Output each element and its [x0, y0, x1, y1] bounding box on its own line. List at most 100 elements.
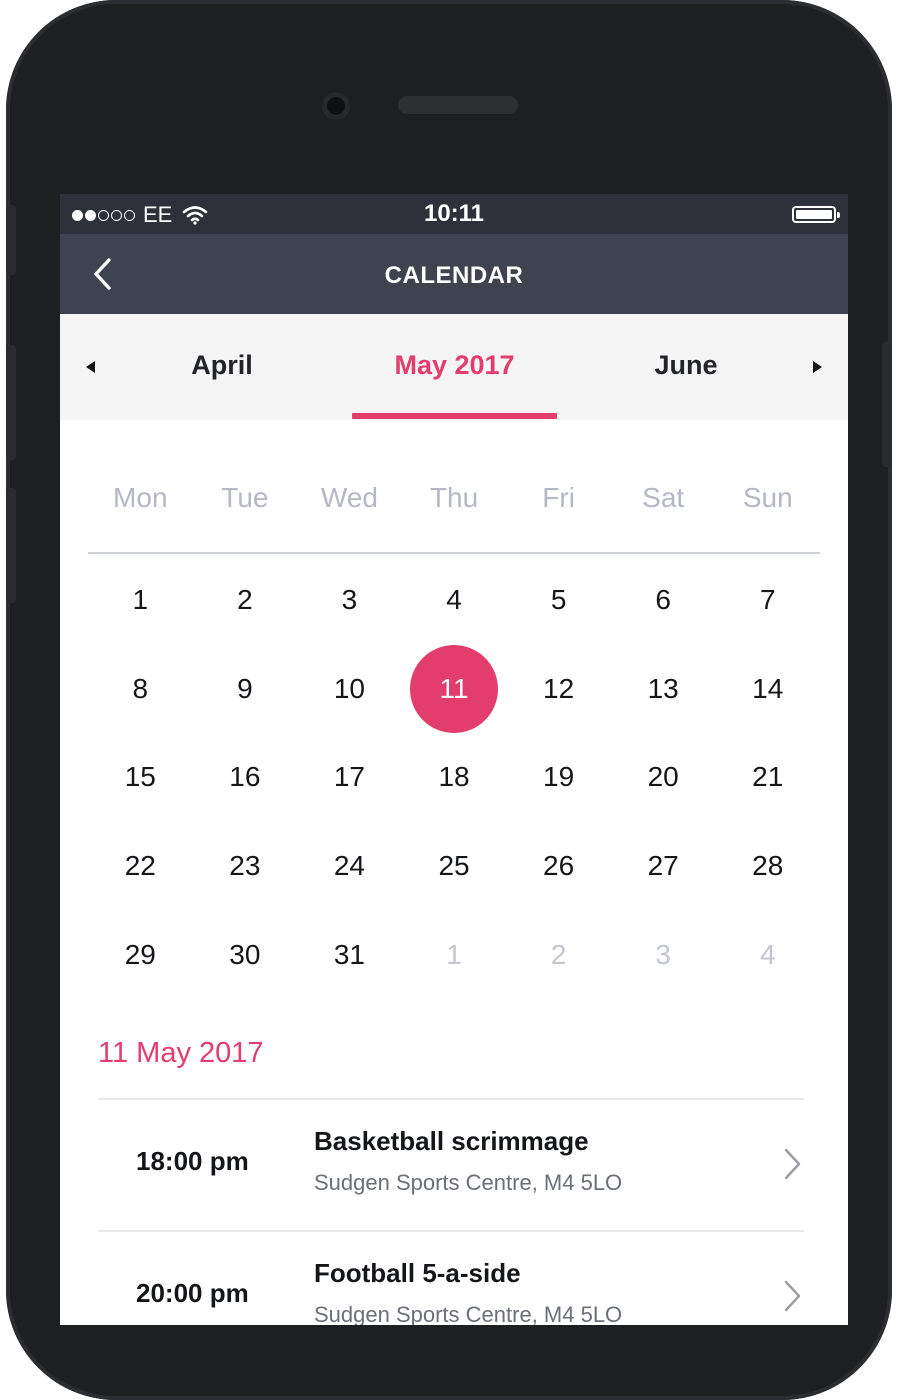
- event-time: 18:00 pm: [136, 1146, 249, 1176]
- day-number: 22: [124, 850, 156, 882]
- day-cell[interactable]: 16: [193, 733, 298, 822]
- day-cell[interactable]: 23: [193, 822, 298, 911]
- day-number: 1: [132, 584, 149, 616]
- chevron-right-icon: [784, 1280, 801, 1312]
- day-cell[interactable]: 8: [88, 645, 193, 734]
- day-cell[interactable]: 9: [193, 645, 298, 734]
- event-location: Sudgen Sports Centre, M4 5LO: [314, 1302, 623, 1325]
- earpiece-speaker: [398, 96, 518, 114]
- weekday-label: Sun: [742, 482, 793, 513]
- weekday-label: Mon: [113, 482, 168, 513]
- current-month-label[interactable]: May 2017: [352, 350, 557, 381]
- day-number: 25: [438, 850, 470, 882]
- day-number: 3: [655, 938, 671, 970]
- day-cell[interactable]: 2: [193, 556, 298, 645]
- day-cell[interactable]: 30: [193, 910, 298, 999]
- screen: EE 10:11 CALENDAR April May 2017 June Mo…: [60, 194, 848, 1325]
- day-cell[interactable]: 1: [88, 556, 193, 645]
- day-cell[interactable]: 17: [297, 733, 402, 822]
- event-item[interactable]: 18:00 pm Basketball scrimmage Sudgen Sport…: [98, 1098, 804, 1230]
- weekday-label: Thu: [429, 482, 479, 513]
- day-number: 27: [647, 850, 679, 882]
- phone-frame: EE 10:11 CALENDAR April May 2017 June Mo…: [6, 0, 892, 1400]
- battery-icon: [792, 206, 840, 223]
- day-cell[interactable]: 10: [297, 645, 402, 734]
- day-number: 4: [446, 584, 462, 616]
- day-number: 17: [333, 761, 366, 793]
- day-cell[interactable]: 3: [297, 556, 402, 645]
- day-cell[interactable]: 21: [715, 733, 820, 822]
- day-cell[interactable]: 18: [402, 733, 507, 822]
- day-number: 10: [333, 672, 366, 704]
- previous-month-button[interactable]: [76, 352, 106, 382]
- current-month-indicator: [352, 413, 557, 419]
- day-cell[interactable]: 14: [715, 645, 820, 734]
- day-number: 20: [647, 761, 679, 793]
- event-location: Sudgen Sports Centre, M4 5LO: [314, 1170, 623, 1195]
- event-list: 18:00 pm Basketball scrimmage Sudgen Sport…: [98, 1098, 804, 1325]
- day-number: 18: [438, 761, 470, 793]
- day-cell[interactable]: 28: [715, 822, 820, 911]
- week-row: 15 16 17 18 19 20 21: [88, 733, 820, 822]
- day-number: 8: [132, 672, 149, 704]
- day-cell[interactable]: 12: [506, 645, 611, 734]
- day-number: 19: [543, 761, 575, 793]
- day-number: 24: [333, 850, 366, 882]
- day-cell[interactable]: 22: [88, 822, 193, 911]
- day-number: 5: [550, 584, 567, 616]
- day-cell[interactable]: 1: [402, 910, 507, 999]
- day-number: 1: [446, 938, 462, 970]
- week-row: 22 23 24 25 26 27 28: [88, 822, 820, 911]
- day-cell[interactable]: 7: [715, 556, 820, 645]
- day-cell[interactable]: 2: [506, 910, 611, 999]
- day-cell[interactable]: 6: [611, 556, 716, 645]
- day-number: 28: [752, 850, 784, 882]
- day-grid: 1 2 3 4 5 6 7 8 9 10 11 12 13 14 15 16 17 18 19 20 21 22 23 24 2…: [88, 556, 820, 999]
- day-cell[interactable]: 29: [88, 910, 193, 999]
- chevron-right-icon: [784, 1148, 801, 1180]
- day-cell[interactable]: 3: [611, 910, 716, 999]
- volume-down-button: [6, 488, 16, 603]
- day-number: 13: [647, 672, 679, 704]
- day-number: 14: [752, 672, 784, 704]
- day-number: 31: [333, 938, 366, 970]
- front-camera: [322, 92, 350, 120]
- weekday-header: Mon Tue Wed Thu Fri Sat Sun: [88, 482, 820, 526]
- next-month-button[interactable]: [802, 352, 832, 382]
- week-row: 1 2 3 4 5 6 7: [88, 556, 820, 645]
- day-cell[interactable]: 24: [297, 822, 402, 911]
- day-cell[interactable]: 4: [715, 910, 820, 999]
- week-row: 8 9 10 11 12 13 14: [88, 644, 820, 734]
- day-cell[interactable]: 25: [402, 822, 507, 911]
- weekday-label: Sat: [642, 482, 685, 513]
- day-number: 3: [341, 584, 358, 616]
- day-number: 23: [229, 850, 261, 882]
- weekday-divider: [88, 552, 820, 554]
- selected-date-heading: 11 May 2017: [98, 1037, 264, 1069]
- triangle-right-icon: [813, 361, 822, 373]
- day-cell[interactable]: 19: [506, 733, 611, 822]
- event-item[interactable]: 20:00 pm Football 5-a-side Sudgen Sports C…: [98, 1230, 804, 1325]
- day-cell-selected[interactable]: 11: [402, 644, 507, 734]
- day-cell[interactable]: 31: [297, 910, 402, 999]
- day-cell[interactable]: 15: [88, 733, 193, 822]
- day-number: 30: [229, 938, 261, 970]
- day-number: 16: [229, 761, 261, 793]
- day-number: 2: [237, 584, 253, 616]
- day-cell[interactable]: 26: [506, 822, 611, 911]
- weekday-label: Fri: [542, 482, 575, 513]
- day-cell[interactable]: 20: [611, 733, 716, 822]
- navigation-bar: CALENDAR: [60, 234, 848, 314]
- weekday-label: Tue: [221, 482, 269, 513]
- day-cell[interactable]: 5: [506, 556, 611, 645]
- day-number: 6: [655, 584, 671, 616]
- day-cell[interactable]: 13: [611, 645, 716, 734]
- day-number: 26: [543, 850, 575, 882]
- day-cell[interactable]: 4: [402, 556, 507, 645]
- status-time: 10:11: [423, 200, 485, 227]
- page-title: CALENDAR: [384, 262, 524, 289]
- day-number: 15: [124, 761, 156, 793]
- day-cell[interactable]: 27: [611, 822, 716, 911]
- next-month-label[interactable]: June: [616, 350, 756, 381]
- previous-month-label[interactable]: April: [152, 350, 292, 381]
